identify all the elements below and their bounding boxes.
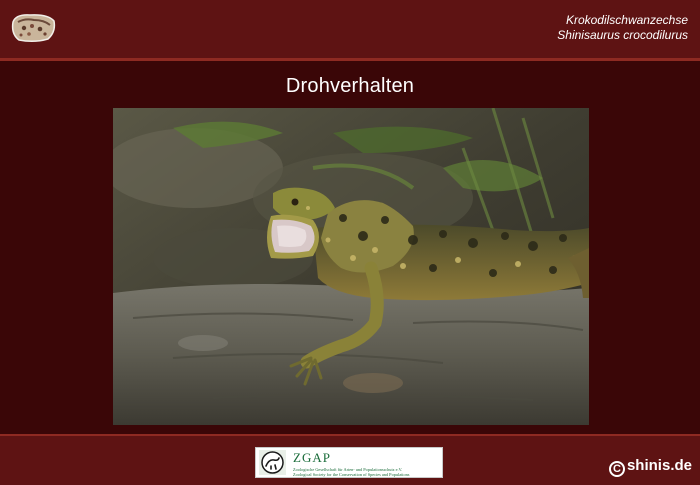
common-name: Krokodilschwanzechse: [565, 13, 688, 27]
copyright-icon: C: [608, 461, 625, 477]
zgap-logo-banner[interactable]: ZGAP Zoologische Gesellschaft für Arten-…: [255, 447, 443, 478]
zgap-description-english: Zoological Society for the Conservation …: [293, 472, 410, 477]
copyright-site: shinis.de: [626, 457, 692, 474]
scientific-name: Shinisaurus crocodilurus: [557, 28, 688, 42]
zgap-emblem-icon: [259, 450, 286, 475]
zgap-name: ZGAP: [293, 450, 331, 465]
lizard-photo-image: [113, 108, 589, 425]
slide-title: Drohverhalten: [285, 75, 415, 97]
stone-logo-icon: [11, 14, 56, 43]
header-divider: [0, 58, 700, 61]
species-heading: Krokodilschwanzechse Shinisaurus crocodi…: [557, 13, 688, 43]
lizard-photo: [113, 108, 589, 425]
header-bar: Krokodilschwanzechse Shinisaurus crocodi…: [0, 0, 700, 58]
copyright-notice[interactable]: Cshinis.de: [608, 457, 692, 477]
